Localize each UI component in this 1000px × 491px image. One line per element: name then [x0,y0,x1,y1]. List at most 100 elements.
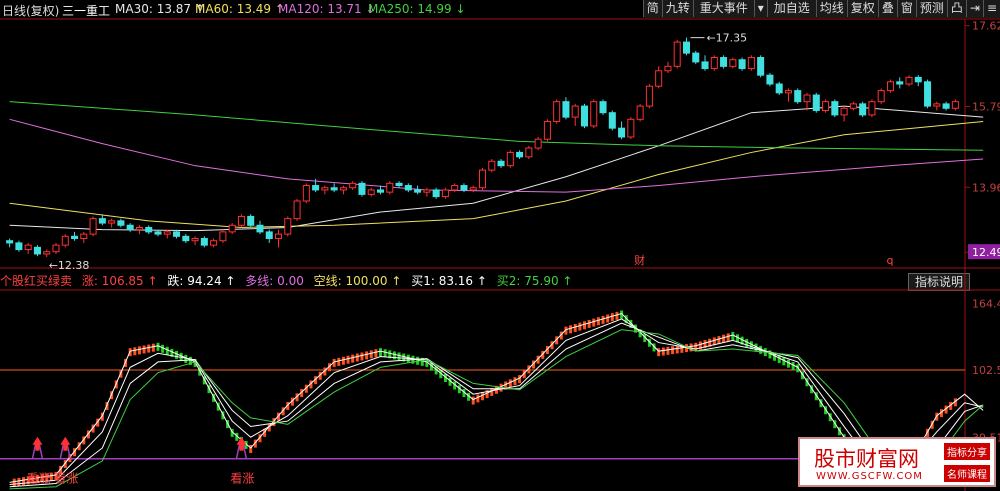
candle [52,244,60,253]
watermark-url: WWW.GSCFW.COM [816,471,923,482]
buy-signal-label: 看涨 [230,471,254,486]
candle [664,65,672,72]
candle [43,251,51,255]
candle [256,224,264,233]
candle [636,105,644,120]
watermark-tag-course: 名师课程 [944,465,990,482]
candle [562,101,570,118]
candle [859,103,867,116]
candle [618,127,626,138]
candle [330,187,338,191]
candle [599,101,607,114]
candle [516,151,524,158]
high-price-label: ←17.35 [706,32,747,45]
candle [61,235,69,246]
indicator-axis-label: 164.4 [972,297,1000,310]
candle [163,231,171,235]
candle [135,226,143,231]
candle [117,220,125,226]
candle [312,185,320,191]
candle [757,57,765,76]
event-marker-finance: 财 [634,253,645,267]
candle [655,70,663,87]
candle [6,240,14,244]
candle [580,105,589,127]
candle [284,218,292,235]
candle [191,238,199,242]
candle [423,189,431,193]
candle [534,138,542,149]
candle [339,187,347,191]
watermark-title: 股市财富网 [814,447,919,471]
candle [15,242,23,251]
candle [692,52,700,63]
price-axis-label: 12.49 [972,246,1000,259]
price-axis-label: 15.79 [972,101,1000,114]
candle [275,233,283,240]
candle [219,231,227,242]
candle [543,121,551,140]
candle [608,112,616,129]
candle [942,103,950,109]
candle [525,147,533,158]
indicator-axis-label: 102.5 [972,364,1000,377]
candle [553,101,561,123]
price-axis-label: 13.96 [972,181,1000,194]
candle [738,59,746,70]
candle [766,74,774,85]
candle [247,215,255,226]
candle [182,235,190,242]
candle [478,169,487,189]
candle [145,226,153,233]
candle [349,182,357,189]
candle [831,101,839,116]
candle [896,81,904,85]
candle [627,118,635,138]
candle [321,187,329,191]
candle [108,220,116,224]
candle [840,107,848,116]
candle [237,215,245,226]
candle [376,189,385,193]
candle [451,185,459,191]
candle [710,57,718,70]
candle [701,61,709,70]
price-axis-label: 17.62 [972,20,1000,33]
candle [80,233,88,240]
candle [506,151,514,167]
candle [849,103,857,109]
candle [441,189,449,198]
candle [386,182,394,193]
candle [924,81,932,107]
candle [645,85,653,107]
buy-signal-label: 看涨 [26,471,50,486]
candle [571,105,579,118]
candle [497,160,505,167]
candle [173,231,181,237]
candle [877,90,885,103]
candle [868,101,876,116]
ma-line-ma30 [9,105,984,232]
stock-chart[interactable]: 17.62 15.79 13.96 12.49 ←17.35 ←12.38 财 q 164.4 1… [0,0,1000,491]
candle [720,57,728,67]
candle [210,240,218,246]
candle [228,224,236,233]
candle [358,182,366,195]
candle [886,81,894,92]
event-marker-q: q [886,254,893,267]
candle [367,189,375,195]
candle [933,103,941,107]
candle [469,187,477,191]
ma-line-ma120 [9,118,984,193]
candle [24,244,32,251]
candle [822,101,830,111]
candle [460,185,468,191]
candle [414,189,422,193]
buy-signal-label: 看涨 [54,471,78,486]
candle [404,185,412,191]
candle [775,83,783,94]
candle [682,41,690,54]
candle [395,182,403,187]
candle [154,231,162,235]
low-price-label: ←12.38 [49,259,90,272]
